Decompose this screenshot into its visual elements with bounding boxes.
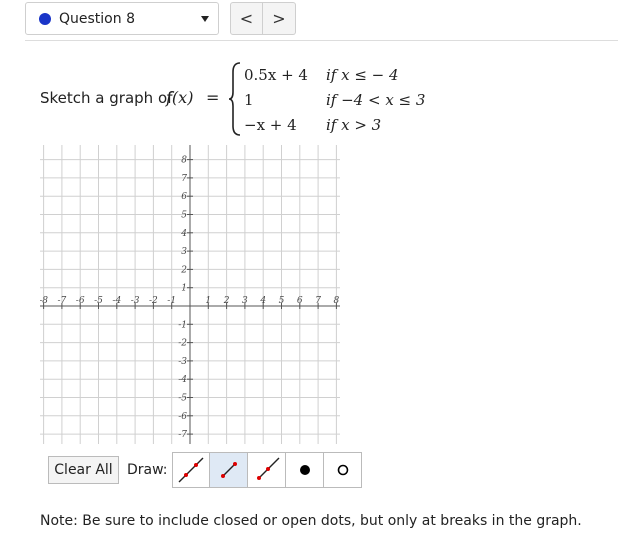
previous-question-button[interactable]: <: [230, 2, 263, 35]
segment-icon: [220, 462, 237, 478]
graph-canvas[interactable]: -8 -7 -6 -5 -4 -3 -2 -1 1 2 3 4 5 6 7 8 8 7 6 5 4 3 2 1 -1 -2 -3 -4…: [40, 143, 340, 446]
question-select[interactable]: Question 8: [25, 2, 219, 35]
y-tick-label: 7: [181, 174, 187, 184]
x-tick-label: -3: [131, 296, 140, 306]
y-tick-label: -3: [178, 357, 187, 367]
y-tick-label: 2: [180, 265, 187, 275]
chevron-down-icon: [201, 16, 209, 22]
ray-tool-button[interactable]: [248, 452, 286, 488]
y-tick-label: -7: [178, 430, 187, 440]
x-tick-label: 5: [279, 296, 285, 306]
y-tick-label: 5: [181, 211, 187, 221]
question-status-dot: [39, 12, 51, 25]
segment-tool-button[interactable]: [210, 452, 248, 488]
y-tick-label: -5: [178, 394, 187, 404]
x-tick-label: -8: [40, 296, 48, 306]
question-nav: < >: [230, 2, 296, 35]
equals-sign: =: [206, 88, 220, 107]
line-icon: [178, 457, 204, 483]
x-tick-label: 1: [205, 296, 211, 306]
piece-2-expr: 1: [244, 91, 254, 109]
open-dot-tool-button[interactable]: [324, 452, 362, 488]
divider: [25, 40, 618, 41]
x-tick-label: 8: [334, 296, 340, 306]
x-tick-label: 2: [223, 296, 230, 306]
question-select-label: Question 8: [59, 10, 135, 27]
open-dot-icon: [337, 464, 348, 476]
draw-label: Draw:: [127, 462, 168, 478]
note-text: Note: Be sure to include closed or open …: [40, 513, 582, 529]
y-tick-label: 1: [181, 284, 187, 294]
x-tick-label: -2: [149, 296, 158, 306]
x-tick-label: -7: [58, 296, 67, 306]
draw-tools: [172, 452, 362, 488]
line-tool-button[interactable]: [172, 452, 210, 488]
x-tick-label: 4: [259, 296, 266, 306]
x-tick-label: -5: [94, 296, 103, 306]
function-name: f(x): [166, 88, 194, 107]
y-tick-label: -2: [178, 339, 187, 349]
left-brace: [228, 62, 241, 136]
y-tick-label: 4: [180, 229, 187, 239]
piece-3-cond: if x > 3: [326, 116, 382, 134]
x-tick-label: -1: [167, 296, 176, 306]
prompt-text: Sketch a graph of: [40, 89, 173, 107]
y-tick-label: 3: [181, 247, 187, 257]
piece-3-expr: −x + 4: [244, 116, 297, 134]
piece-1-cond: if x ≤ − 4: [326, 66, 399, 84]
x-tick-label: -6: [76, 296, 85, 306]
clear-all-button[interactable]: Clear All: [48, 456, 119, 484]
y-tick-label: -6: [178, 412, 187, 422]
ray-icon: [256, 457, 279, 480]
y-tick-label: -4: [178, 375, 187, 385]
x-tick-label: -4: [112, 296, 121, 306]
piece-1-expr: 0.5x + 4: [244, 66, 308, 84]
y-tick-label: 8: [181, 156, 187, 166]
y-tick-label: 6: [181, 192, 187, 202]
closed-dot-icon: [299, 465, 310, 475]
x-tick-label: 7: [315, 296, 321, 306]
x-tick-label: 3: [242, 296, 248, 306]
x-tick-label: 6: [297, 296, 303, 306]
closed-dot-tool-button[interactable]: [286, 452, 324, 488]
next-question-button[interactable]: >: [263, 2, 296, 35]
y-tick-label: -1: [178, 320, 187, 330]
piece-2-cond: if −4 < x ≤ 3: [326, 91, 426, 109]
